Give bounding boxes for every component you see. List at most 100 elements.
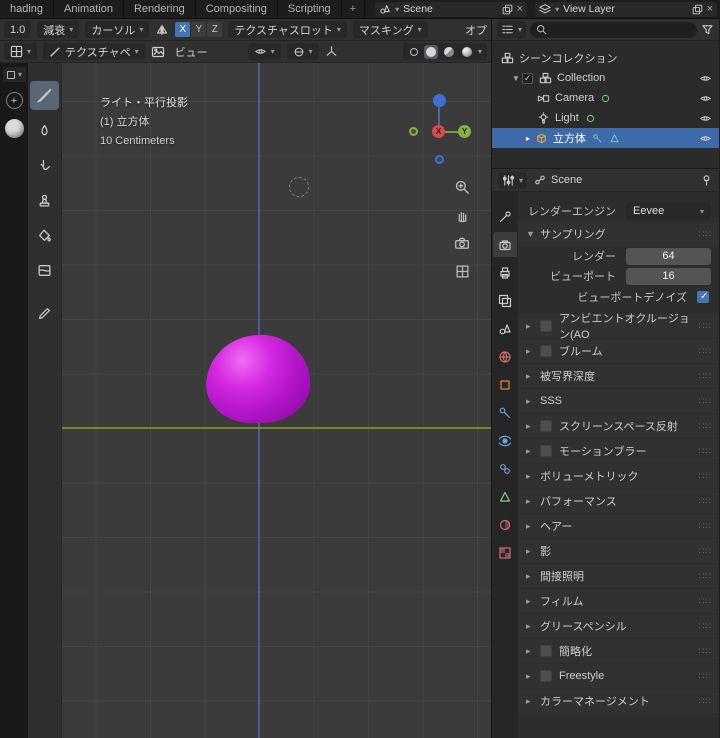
render-engine-dropdown[interactable]: Eevee ▾ [626, 202, 711, 220]
outliner-row-light[interactable]: Light [492, 108, 719, 128]
view-layer-name[interactable]: View Layer [563, 3, 687, 15]
drag-grip-icon[interactable]: ∷∷ [699, 571, 712, 582]
breadcrumb-label[interactable]: Scene [551, 174, 582, 186]
add-workspace-button[interactable]: + [342, 0, 366, 18]
workspace-tab-scripting[interactable]: Scripting [278, 0, 342, 18]
section-simplify[interactable]: ▸ 簡略化 ∷∷ [518, 639, 719, 663]
falloff-dropdown[interactable]: 減衰 ▾ [37, 21, 80, 38]
section-grease-pencil[interactable]: ▸ グリースペンシル ∷∷ [518, 614, 719, 638]
tool-soften[interactable] [30, 116, 59, 145]
drag-grip-icon[interactable]: ∷∷ [699, 646, 712, 657]
drag-grip-icon[interactable]: ∷∷ [699, 396, 712, 407]
drag-grip-icon[interactable]: ∷∷ [699, 346, 712, 357]
scene-name[interactable]: Scene [403, 3, 498, 15]
gizmo-z-plus[interactable] [433, 94, 446, 107]
unlink-scene-button[interactable]: × [517, 3, 523, 15]
drag-grip-icon[interactable]: ∷∷ [699, 446, 712, 457]
eye-icon[interactable] [699, 73, 712, 84]
scene-selector[interactable]: ▾ Scene × [375, 1, 528, 17]
outliner-search-input[interactable] [551, 24, 691, 35]
gizmo-x-plus[interactable]: X [432, 125, 445, 138]
props-tab-object[interactable] [493, 372, 517, 397]
outliner-editor-dropdown[interactable]: ▾ [497, 21, 527, 38]
outliner-row-cube[interactable]: ▸ 立方体 [492, 128, 719, 148]
drag-grip-icon[interactable]: ∷∷ [699, 321, 712, 332]
props-tab-object-data[interactable] [493, 484, 517, 509]
eye-icon[interactable] [699, 93, 712, 104]
brush-preview[interactable] [4, 119, 24, 138]
tool-fill[interactable] [30, 221, 59, 250]
expand-arrow-icon[interactable]: ▸ [522, 134, 534, 143]
outliner-search[interactable] [530, 21, 697, 38]
section-volumetrics[interactable]: ▸ ボリューメトリック ∷∷ [518, 464, 719, 488]
options-menu[interactable]: オプ [465, 22, 487, 38]
image-icon[interactable] [151, 45, 165, 59]
tool-clone[interactable] [30, 186, 59, 215]
section-motion-blur[interactable]: ▸ モーションブラー ∷∷ [518, 439, 719, 463]
section-checkbox[interactable] [540, 345, 552, 357]
section-shadows[interactable]: ▸ 影 ∷∷ [518, 539, 719, 563]
props-tab-texture[interactable] [493, 540, 517, 565]
shading-wireframe-button[interactable] [408, 46, 420, 58]
section-ambient-occlusion[interactable]: ▸ アンビエントオクルージョン(AO ∷∷ [518, 313, 719, 341]
workspace-tab-shading[interactable]: hading [0, 0, 55, 18]
collection-checkbox[interactable]: ✓ [522, 72, 533, 84]
new-view-layer-button[interactable] [692, 4, 703, 15]
outliner-row-scene-collection[interactable]: シーンコレクション [492, 48, 719, 68]
tool-draw[interactable] [30, 81, 59, 110]
eye-icon[interactable] [699, 113, 712, 124]
props-tab-constraints[interactable] [493, 456, 517, 481]
section-indirect-lighting[interactable]: ▸ 間接照明 ∷∷ [518, 564, 719, 588]
editor-type-dropdown[interactable]: ▾ [4, 43, 38, 60]
drag-grip-icon[interactable]: ∷∷ [699, 696, 712, 707]
section-checkbox[interactable] [540, 445, 552, 457]
gizmo-y-plus[interactable]: Y [458, 125, 471, 138]
viewport-denoise-checkbox[interactable] [697, 291, 709, 303]
new-scene-button[interactable] [502, 4, 513, 15]
shading-material-button[interactable] [442, 45, 456, 59]
mode-dropdown[interactable]: テクスチャペ ▾ [43, 43, 145, 60]
drag-grip-icon[interactable]: ∷∷ [699, 521, 712, 532]
gizmos-icon[interactable] [325, 45, 338, 58]
section-depth-of-field[interactable]: ▸ 被写界深度 ∷∷ [518, 364, 719, 388]
drag-grip-icon[interactable]: ∷∷ [699, 671, 712, 682]
props-tab-view-layer[interactable] [493, 288, 517, 313]
section-freestyle[interactable]: ▸ Freestyle ∷∷ [518, 664, 719, 688]
camera-view-button[interactable] [452, 233, 472, 253]
symmetry-z-toggle[interactable]: Z [207, 22, 223, 37]
drag-grip-icon[interactable]: ∷∷ [699, 596, 712, 607]
section-checkbox[interactable] [540, 645, 552, 657]
section-bloom[interactable]: ▸ ブルーム ∷∷ [518, 339, 719, 363]
masking-dropdown[interactable]: マスキング ▾ [352, 21, 428, 38]
props-tab-scene[interactable] [493, 316, 517, 341]
section-performance[interactable]: ▸ パフォーマンス ∷∷ [518, 489, 719, 513]
symmetry-x-toggle[interactable]: X [175, 22, 191, 37]
drag-grip-icon[interactable]: ∷∷ [699, 621, 712, 632]
section-hair[interactable]: ▸ ヘアー ∷∷ [518, 514, 719, 538]
gizmo-z-minus[interactable] [435, 155, 444, 164]
section-color-management[interactable]: ▸ カラーマネージメント ∷∷ [518, 689, 719, 713]
props-tab-modifiers[interactable] [493, 400, 517, 425]
view-menu[interactable]: ビュー [171, 44, 212, 60]
workspace-tab-animation[interactable]: Animation [54, 0, 124, 18]
render-samples-field[interactable]: 64 [626, 247, 711, 265]
zoom-button[interactable] [452, 177, 472, 197]
drag-grip-icon[interactable]: ∷∷ [699, 471, 712, 482]
props-tab-physics[interactable] [493, 428, 517, 453]
brush-datablock-button[interactable]: ▾ [2, 67, 26, 82]
expand-arrow-icon[interactable]: ▼ [510, 74, 522, 83]
section-film[interactable]: ▸ フィルム ∷∷ [518, 589, 719, 613]
shading-solid-button[interactable] [423, 44, 438, 59]
props-tab-output[interactable] [493, 260, 517, 285]
drag-grip-icon[interactable]: ∷∷ [699, 496, 712, 507]
properties-editor-dropdown[interactable]: ▾ [498, 171, 528, 189]
strength-field[interactable]: 1.0 [4, 21, 32, 38]
scene-browse-icon[interactable] [379, 3, 391, 15]
workspace-tab-compositing[interactable]: Compositing [196, 0, 278, 18]
workspace-tab-rendering[interactable]: Rendering [124, 0, 196, 18]
section-sss[interactable]: ▸ SSS ∷∷ [518, 389, 719, 413]
props-tab-world[interactable] [493, 344, 517, 369]
section-checkbox[interactable] [540, 670, 552, 682]
props-tab-render[interactable] [493, 232, 517, 257]
props-tab-tool[interactable] [493, 204, 517, 229]
